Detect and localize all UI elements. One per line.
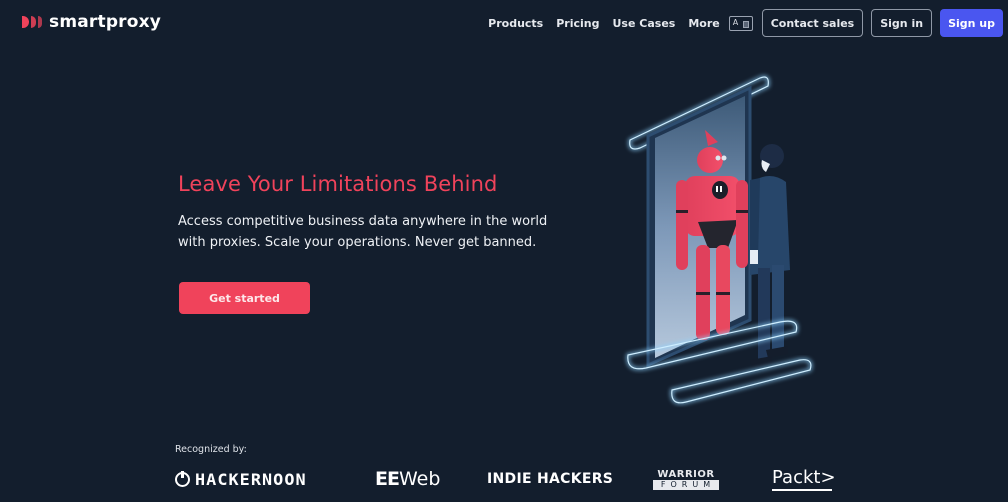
brand-name: smartproxy (49, 12, 162, 32)
sign-up-button[interactable]: Sign up (940, 9, 1003, 37)
recognition-logos: HACKERNOON EE Web INDIE HACKERS WARRIOR F… (175, 464, 875, 494)
brand-logo[interactable]: smartproxy (22, 12, 161, 32)
get-started-button[interactable]: Get started (179, 282, 310, 314)
contact-sales-button[interactable]: Contact sales (761, 9, 864, 37)
language-icon[interactable]: A (728, 15, 753, 31)
recognized-by-label: Recognized by: (175, 444, 247, 455)
nav-products[interactable]: Products (488, 17, 543, 30)
main-nav: Products Pricing Use Cases More A Contac… (488, 0, 1008, 46)
hackernoon-icon (175, 470, 190, 487)
robot-mirror-illustration (600, 60, 840, 420)
hero-title: Leave Your Limitations Behind (178, 172, 498, 196)
illustration-svg (626, 75, 813, 405)
site-header: smartproxy Products Pricing Use Cases Mo… (0, 0, 1008, 46)
nav-use-cases[interactable]: Use Cases (613, 17, 676, 30)
nav-more[interactable]: More (688, 17, 719, 30)
hackernoon-logo: HACKERNOON (175, 464, 306, 494)
indie-hackers-logo: INDIE HACKERS (487, 471, 614, 487)
smartproxy-logo-icon (22, 16, 42, 28)
eeweb-logo: EE Web (375, 468, 441, 490)
nav-pricing[interactable]: Pricing (556, 17, 599, 30)
packt-logo: Packt> (772, 464, 836, 494)
hero-subtitle: Access competitive business data anywher… (178, 214, 548, 250)
warrior-forum-logo: WARRIOR FORUM (653, 464, 719, 494)
sign-in-button[interactable]: Sign in (871, 9, 933, 37)
